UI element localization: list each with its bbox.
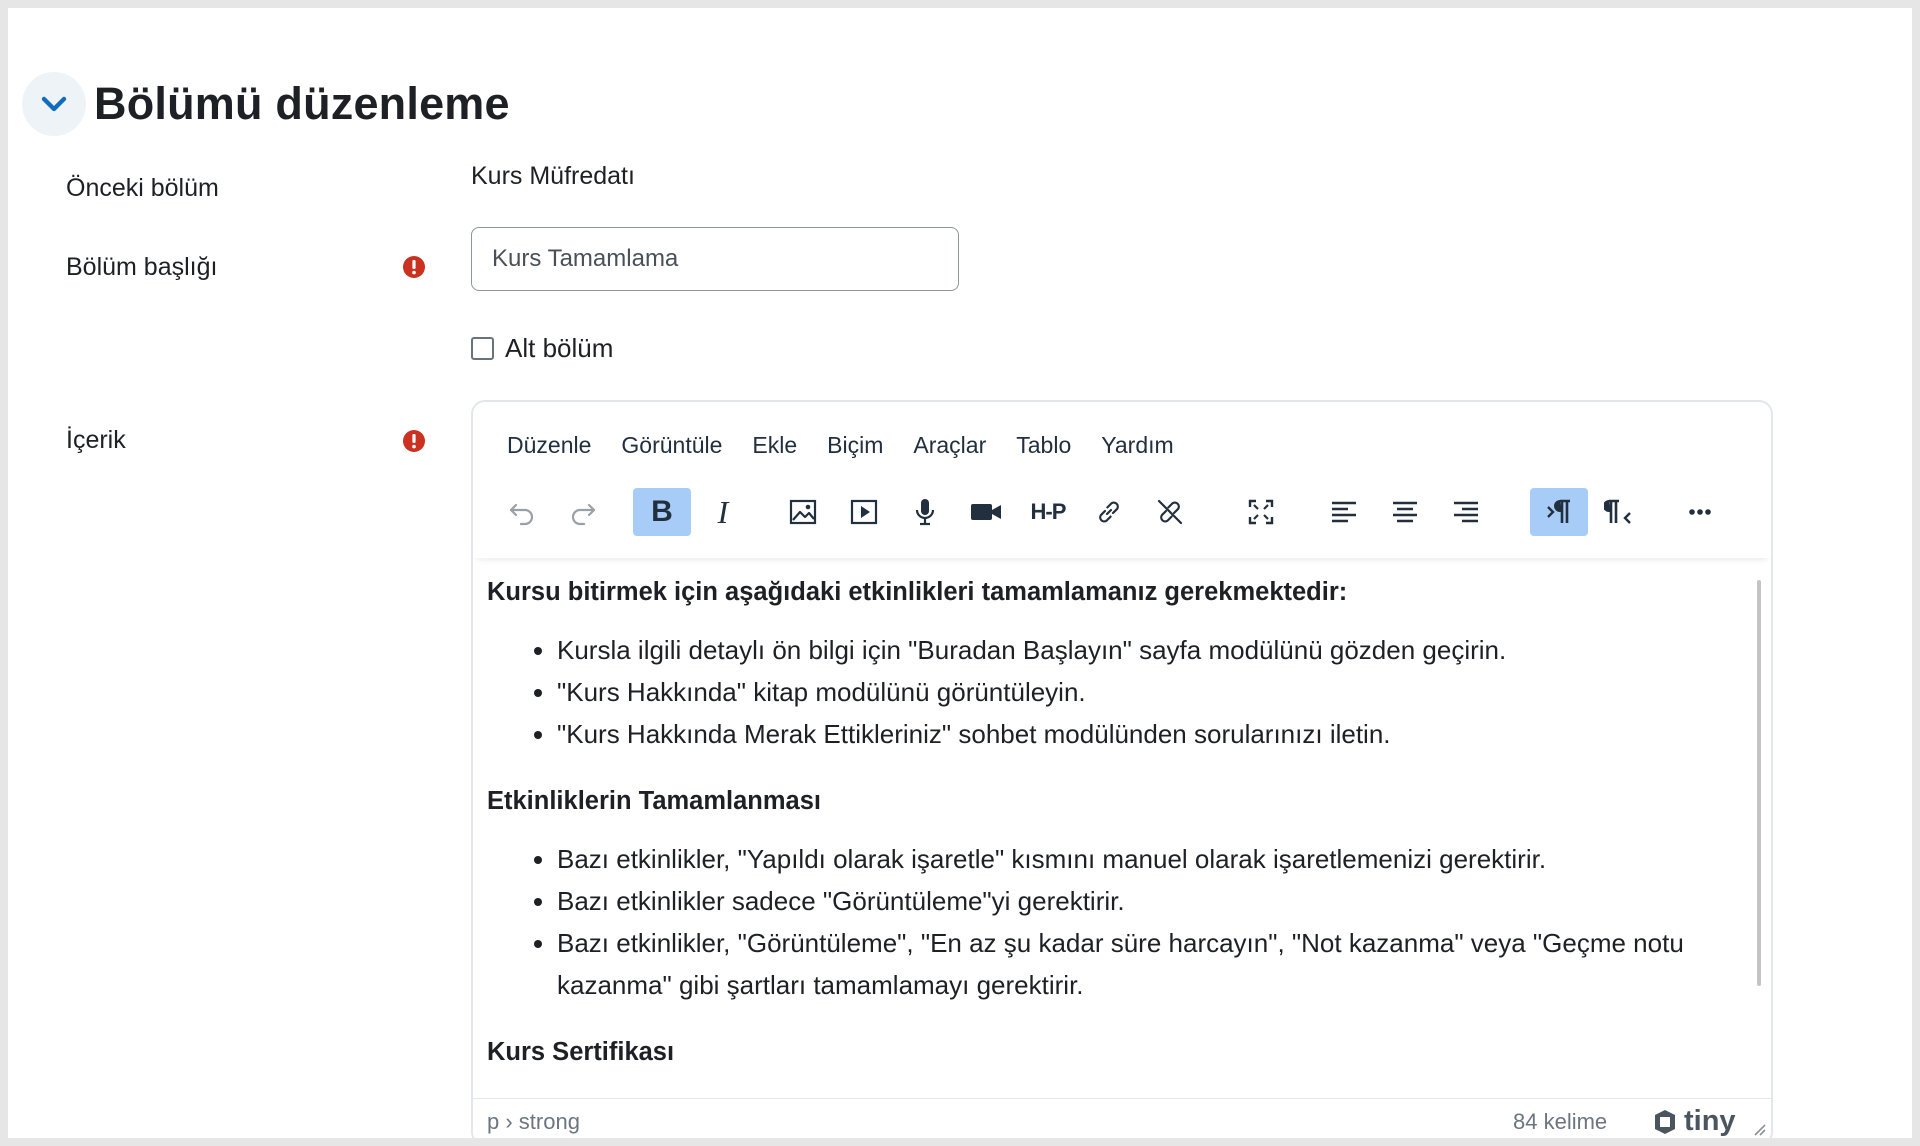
image-icon xyxy=(789,499,817,525)
editor-toolbar: B I H-P xyxy=(473,484,1771,558)
bold-button[interactable]: B xyxy=(633,488,691,536)
page-title: Bölümü düzenleme xyxy=(94,78,510,129)
menu-view[interactable]: Görüntüle xyxy=(621,432,722,459)
list-item: Bazı etkinlikler sadece "Görüntüleme"yi … xyxy=(557,880,1742,922)
list-item: Bazı etkinlikler, "Yapıldı olarak işaret… xyxy=(557,838,1742,880)
required-icon xyxy=(403,256,425,278)
content-heading: Kursu bitirmek için aşağıdaki etkinlikle… xyxy=(487,578,1348,606)
subsection-label: Alt bölüm xyxy=(505,333,614,363)
tiny-logo-icon xyxy=(1655,1109,1675,1134)
media-icon xyxy=(850,499,878,525)
section-title-label: Bölüm başlığı xyxy=(66,253,218,281)
italic-button[interactable]: I xyxy=(694,488,752,536)
menu-format[interactable]: Biçim xyxy=(827,432,883,459)
fullscreen-button[interactable] xyxy=(1232,488,1290,536)
record-audio-button[interactable] xyxy=(896,488,954,536)
required-icon xyxy=(403,430,425,452)
undo-button[interactable] xyxy=(493,488,551,536)
align-center-button[interactable] xyxy=(1376,488,1434,536)
section-header: Bölümü düzenleme xyxy=(22,72,510,136)
align-right-icon xyxy=(1454,501,1478,523)
link-icon xyxy=(1099,501,1119,523)
editor-content[interactable]: Kursu bitirmek için aşağıdaki etkinlikle… xyxy=(473,558,1756,1093)
record-video-icon xyxy=(971,504,1001,520)
list-item: "Kurs Hakkında" kitap modülünü görüntüle… xyxy=(557,671,1742,713)
tiny-brand-text: tiny xyxy=(1684,1105,1736,1137)
content-list: Bazı etkinlikler, "Yapıldı olarak işaret… xyxy=(487,838,1742,1006)
menu-help[interactable]: Yardım xyxy=(1101,432,1173,459)
redo-button[interactable] xyxy=(554,488,612,536)
collapse-button[interactable] xyxy=(22,72,86,136)
content-heading: Kurs Sertifikası xyxy=(487,1038,675,1066)
content-scrollbar[interactable] xyxy=(1757,580,1761,986)
unlink-button[interactable] xyxy=(1141,488,1199,536)
menu-table[interactable]: Tablo xyxy=(1016,432,1071,459)
align-right-button[interactable] xyxy=(1437,488,1495,536)
list-item: "Kurs Hakkında Merak Ettikleriniz" sohbe… xyxy=(557,713,1742,755)
resize-handle-icon[interactable] xyxy=(1751,1121,1767,1137)
bold-icon: B xyxy=(651,495,673,528)
rich-text-editor: Düzenle Görüntüle Ekle Biçim Araçlar Tab… xyxy=(471,400,1773,1138)
element-path[interactable]: p › strong xyxy=(487,1109,580,1135)
section-title-input[interactable] xyxy=(471,227,959,291)
ltr-button[interactable] xyxy=(1530,488,1588,536)
editor-statusbar: p › strong 84 kelime tiny xyxy=(473,1098,1771,1138)
link-button[interactable] xyxy=(1080,488,1138,536)
align-left-icon xyxy=(1332,501,1356,523)
word-count[interactable]: 84 kelime xyxy=(1513,1109,1607,1135)
media-button[interactable] xyxy=(835,488,893,536)
content-heading: Etkinliklerin Tamamlanması xyxy=(487,787,821,815)
list-item: Kursla ilgili detaylı ön bilgi için "Bur… xyxy=(557,629,1742,671)
rtl-button[interactable] xyxy=(1591,488,1649,536)
menu-edit[interactable]: Düzenle xyxy=(507,432,591,459)
record-video-button[interactable] xyxy=(957,488,1015,536)
content-list: Kursla ilgili detaylı ön bilgi için "Bur… xyxy=(487,629,1742,755)
unlink-icon xyxy=(1157,499,1183,525)
italic-icon: I xyxy=(717,493,729,530)
previous-section-value: Kurs Müfredatı xyxy=(471,162,635,190)
editor-menubar: Düzenle Görüntüle Ekle Biçim Araçlar Tab… xyxy=(507,432,1204,459)
h5p-button[interactable]: H-P xyxy=(1019,488,1077,536)
rtl-icon xyxy=(1604,499,1631,524)
previous-section-label: Önceki bölüm xyxy=(66,174,219,202)
menu-insert[interactable]: Ekle xyxy=(752,432,797,459)
align-left-button[interactable] xyxy=(1315,488,1373,536)
image-button[interactable] xyxy=(774,488,832,536)
fullscreen-icon xyxy=(1248,499,1274,525)
ltr-icon xyxy=(1547,499,1570,523)
redo-icon xyxy=(571,503,596,526)
menu-tools[interactable]: Araçlar xyxy=(913,432,986,459)
list-item: Bazı etkinlikler, "Görüntüleme", "En az … xyxy=(557,922,1742,1006)
align-center-icon xyxy=(1393,501,1417,523)
more-button[interactable] xyxy=(1671,488,1729,536)
undo-icon xyxy=(509,503,534,526)
h5p-icon: H-P xyxy=(1030,499,1067,524)
subsection-checkbox[interactable] xyxy=(471,337,494,360)
content-label: İçerik xyxy=(66,426,126,454)
chevron-down-icon xyxy=(41,96,67,112)
record-audio-icon xyxy=(915,499,935,526)
more-icon xyxy=(1689,509,1711,515)
subsection-checkbox-row[interactable]: Alt bölüm xyxy=(471,333,613,364)
edit-section-page: Bölümü düzenleme Önceki bölüm Kurs Müfre… xyxy=(8,8,1912,1138)
tiny-brand-link[interactable]: tiny xyxy=(1651,1105,1736,1138)
